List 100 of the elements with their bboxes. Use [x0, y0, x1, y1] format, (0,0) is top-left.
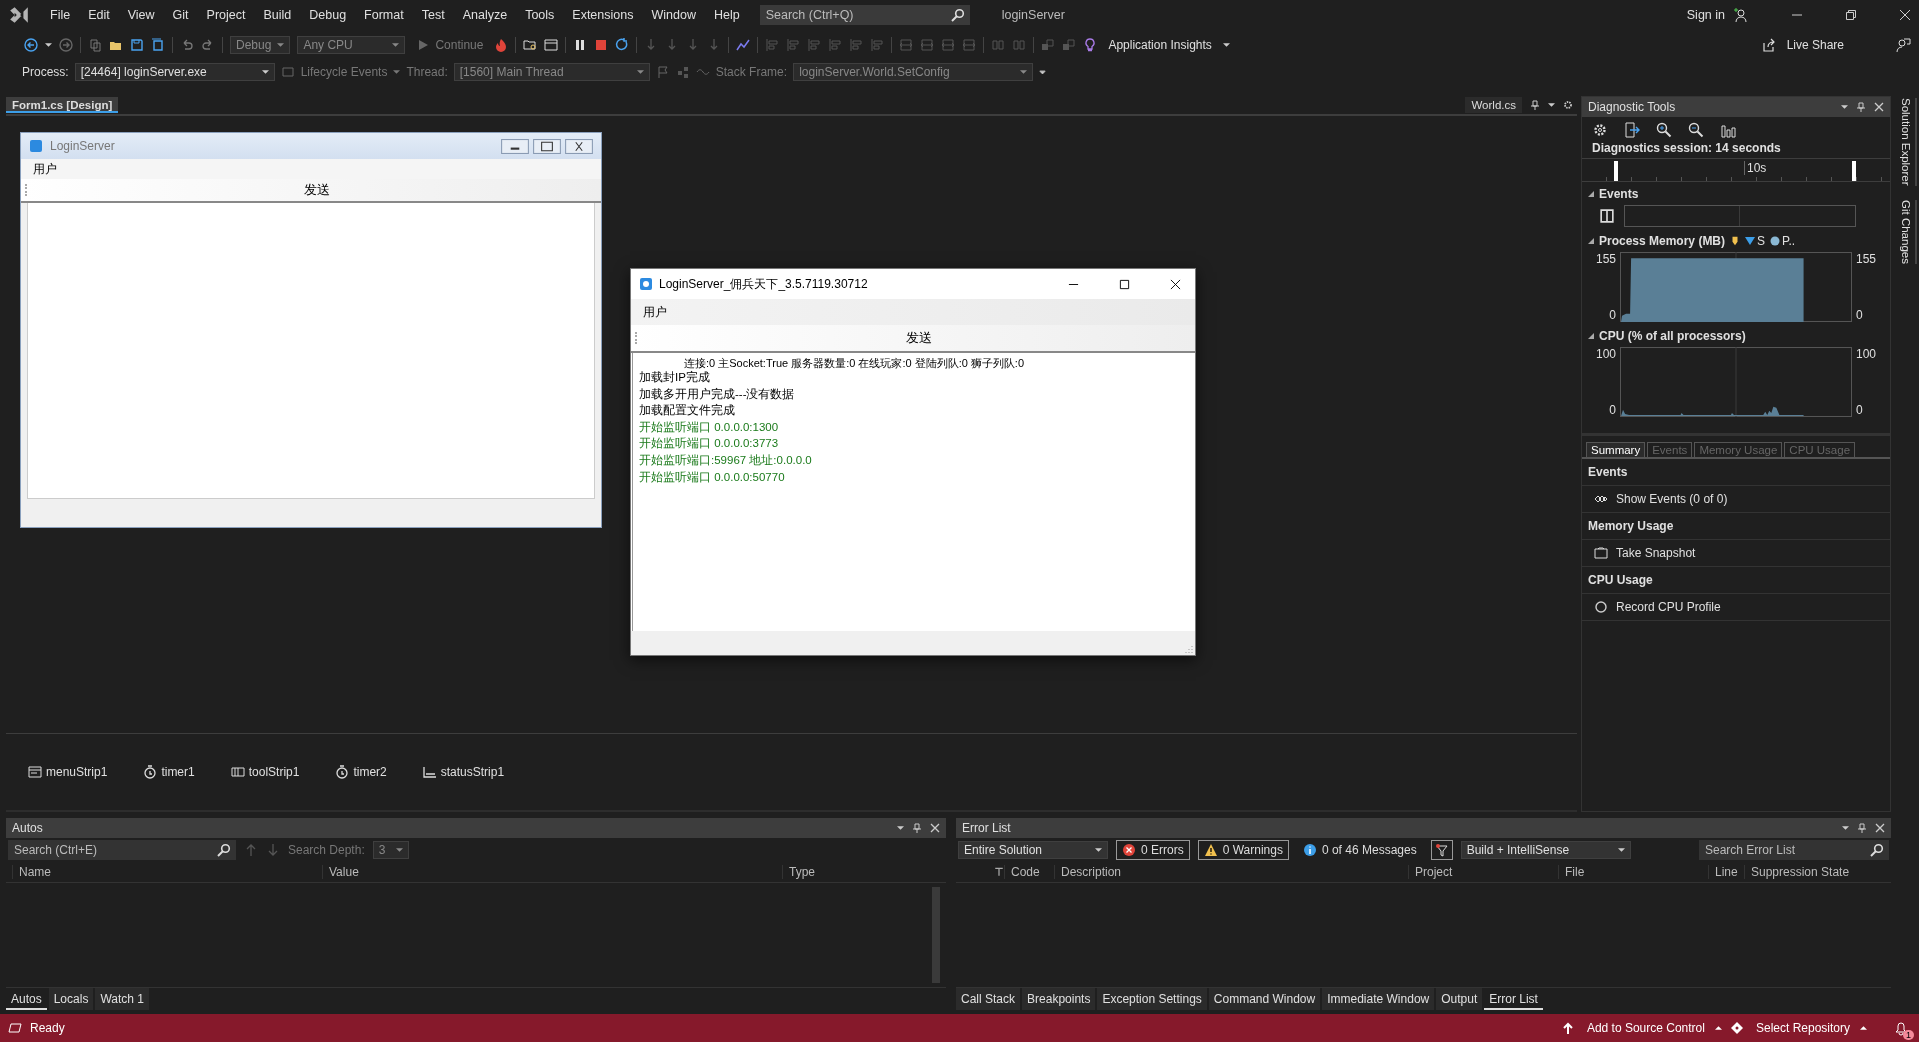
- search-depth-dropdown[interactable]: 3: [372, 841, 409, 859]
- column-header[interactable]: Line: [1708, 865, 1744, 879]
- errors-filter-button[interactable]: 0 Errors: [1116, 840, 1190, 860]
- menu-item[interactable]: Edit: [80, 4, 118, 26]
- restore-icon[interactable]: [1845, 9, 1857, 21]
- messages-filter-button[interactable]: 0 of 46 Messages: [1296, 840, 1423, 860]
- menu-item[interactable]: Window: [643, 4, 704, 26]
- stack-frame-dropdown[interactable]: loginServer.World.SetConfig: [793, 63, 1034, 81]
- export-icon[interactable]: [1624, 122, 1640, 138]
- collapse-icon[interactable]: [1588, 333, 1594, 339]
- pause-icon[interactable]: [1600, 209, 1614, 223]
- menu-item[interactable]: Build: [255, 4, 300, 26]
- menu-item[interactable]: 用户: [637, 301, 673, 323]
- continue-button[interactable]: Continue: [412, 36, 488, 54]
- scrollbar[interactable]: [932, 887, 940, 983]
- component-label[interactable]: statusStrip1: [440, 765, 505, 779]
- menu-item[interactable]: Debug: [301, 4, 355, 26]
- pin-icon[interactable]: [1857, 823, 1867, 833]
- component-label[interactable]: menuStrip1: [46, 765, 108, 779]
- diagnostics-icon[interactable]: [736, 38, 751, 52]
- menu-item[interactable]: Tools: [517, 4, 563, 26]
- lifecycle-events-label[interactable]: Lifecycle Events: [300, 65, 388, 79]
- resize-grip-icon[interactable]: [1185, 645, 1193, 653]
- maximize-icon[interactable]: [533, 138, 561, 154]
- caret-icon[interactable]: [45, 43, 52, 47]
- add-to-source-control-button[interactable]: Add to Source Control: [1582, 1019, 1709, 1037]
- filter-button[interactable]: [1430, 840, 1453, 860]
- document-tab[interactable]: Form1.cs [Design]: [6, 97, 119, 113]
- menu-item[interactable]: Project: [198, 4, 254, 26]
- dropdown-icon[interactable]: [1841, 105, 1848, 109]
- tab[interactable]: Call Stack: [956, 988, 1021, 1010]
- side-tab[interactable]: Git Changes: [1895, 199, 1917, 264]
- vs-logo-icon[interactable]: [8, 4, 30, 26]
- tab[interactable]: Summary: [1586, 442, 1646, 457]
- app-window[interactable]: [630, 268, 1196, 656]
- sign-in-button[interactable]: Sign in: [1682, 6, 1729, 24]
- tab[interactable]: Output: [1436, 988, 1483, 1010]
- back-icon[interactable]: [24, 38, 38, 52]
- configuration-dropdown[interactable]: Debug: [230, 36, 291, 54]
- close-icon[interactable]: [1170, 278, 1181, 290]
- column-header[interactable]: Name: [12, 865, 322, 879]
- window-layout-icon[interactable]: [544, 38, 559, 52]
- column-header[interactable]: Description: [1054, 865, 1408, 879]
- pin-icon[interactable]: [912, 823, 922, 833]
- settings-icon[interactable]: [1592, 122, 1608, 138]
- tab[interactable]: Breakpoints: [1022, 988, 1096, 1010]
- restart-icon[interactable]: [615, 38, 630, 52]
- zoom-out-icon[interactable]: [1688, 122, 1704, 138]
- zoom-in-icon[interactable]: [1656, 122, 1672, 138]
- maximize-icon[interactable]: [1119, 278, 1130, 290]
- tab[interactable]: Locals: [48, 988, 94, 1010]
- menu-item[interactable]: 用户: [27, 158, 63, 180]
- scope-dropdown[interactable]: Entire Solution: [958, 841, 1108, 859]
- action-link[interactable]: Show Events (0 of 0): [1616, 492, 1728, 506]
- pin-icon[interactable]: [1530, 100, 1540, 110]
- pin-icon[interactable]: [1856, 102, 1866, 112]
- dropdown-icon[interactable]: [1842, 826, 1849, 830]
- column-header[interactable]: Value: [322, 865, 782, 879]
- live-share-button[interactable]: Live Share: [1782, 36, 1848, 54]
- bar-chart-icon[interactable]: [1720, 122, 1736, 138]
- search-field[interactable]: Search (Ctrl+Q): [759, 5, 970, 25]
- forward-icon[interactable]: [59, 38, 73, 52]
- stop-icon[interactable]: [594, 38, 609, 52]
- dropdown-icon[interactable]: [897, 826, 904, 830]
- process-dropdown[interactable]: [24464] loginServer.exe: [74, 63, 275, 81]
- column-header[interactable]: Project: [1408, 865, 1558, 879]
- menu-item[interactable]: Help: [705, 4, 748, 26]
- tab[interactable]: Immediate Window: [1322, 988, 1435, 1010]
- folder-search-icon[interactable]: [523, 38, 538, 52]
- close-icon[interactable]: [565, 138, 593, 154]
- platform-dropdown[interactable]: Any CPU: [297, 36, 406, 54]
- action-link[interactable]: Take Snapshot: [1616, 546, 1696, 560]
- sort-icon[interactable]: [994, 867, 1004, 877]
- component-label[interactable]: timer1: [161, 765, 195, 779]
- column-header[interactable]: File: [1558, 865, 1708, 879]
- side-tab[interactable]: Solution Explorer: [1895, 98, 1917, 186]
- component-label[interactable]: toolStrip1: [248, 765, 300, 779]
- search-field[interactable]: Search (Ctrl+E): [8, 840, 236, 860]
- menu-item[interactable]: File: [42, 4, 79, 26]
- dropdown-icon[interactable]: [1548, 103, 1555, 107]
- new-item-icon[interactable]: [88, 38, 102, 52]
- select-repository-button[interactable]: Select Repository: [1751, 1019, 1854, 1037]
- account-icon[interactable]: [1733, 7, 1749, 23]
- hot-reload-flame-icon[interactable]: [494, 38, 509, 52]
- feedback-icon[interactable]: [1895, 37, 1911, 53]
- action-link[interactable]: Record CPU Profile: [1616, 600, 1721, 614]
- menu-item[interactable]: Format: [356, 4, 412, 26]
- caret-icon[interactable]: [1222, 43, 1230, 47]
- settings-icon[interactable]: [1563, 100, 1573, 110]
- toolbar-options-icon[interactable]: [1039, 70, 1047, 74]
- save-all-icon[interactable]: [151, 38, 165, 52]
- caret-up-icon[interactable]: [1860, 1026, 1867, 1030]
- search-field[interactable]: Search Error List: [1699, 840, 1889, 860]
- caret-up-icon[interactable]: [1714, 1026, 1722, 1030]
- menu-item[interactable]: View: [119, 4, 163, 26]
- form-designer-window[interactable]: LoginServer 用户 发送: [20, 132, 602, 528]
- component-label[interactable]: timer2: [353, 765, 387, 779]
- tab[interactable]: Exception Settings: [1097, 988, 1207, 1010]
- timeline-ruler[interactable]: 10s: [1582, 158, 1890, 182]
- tab[interactable]: Watch 1: [95, 988, 149, 1010]
